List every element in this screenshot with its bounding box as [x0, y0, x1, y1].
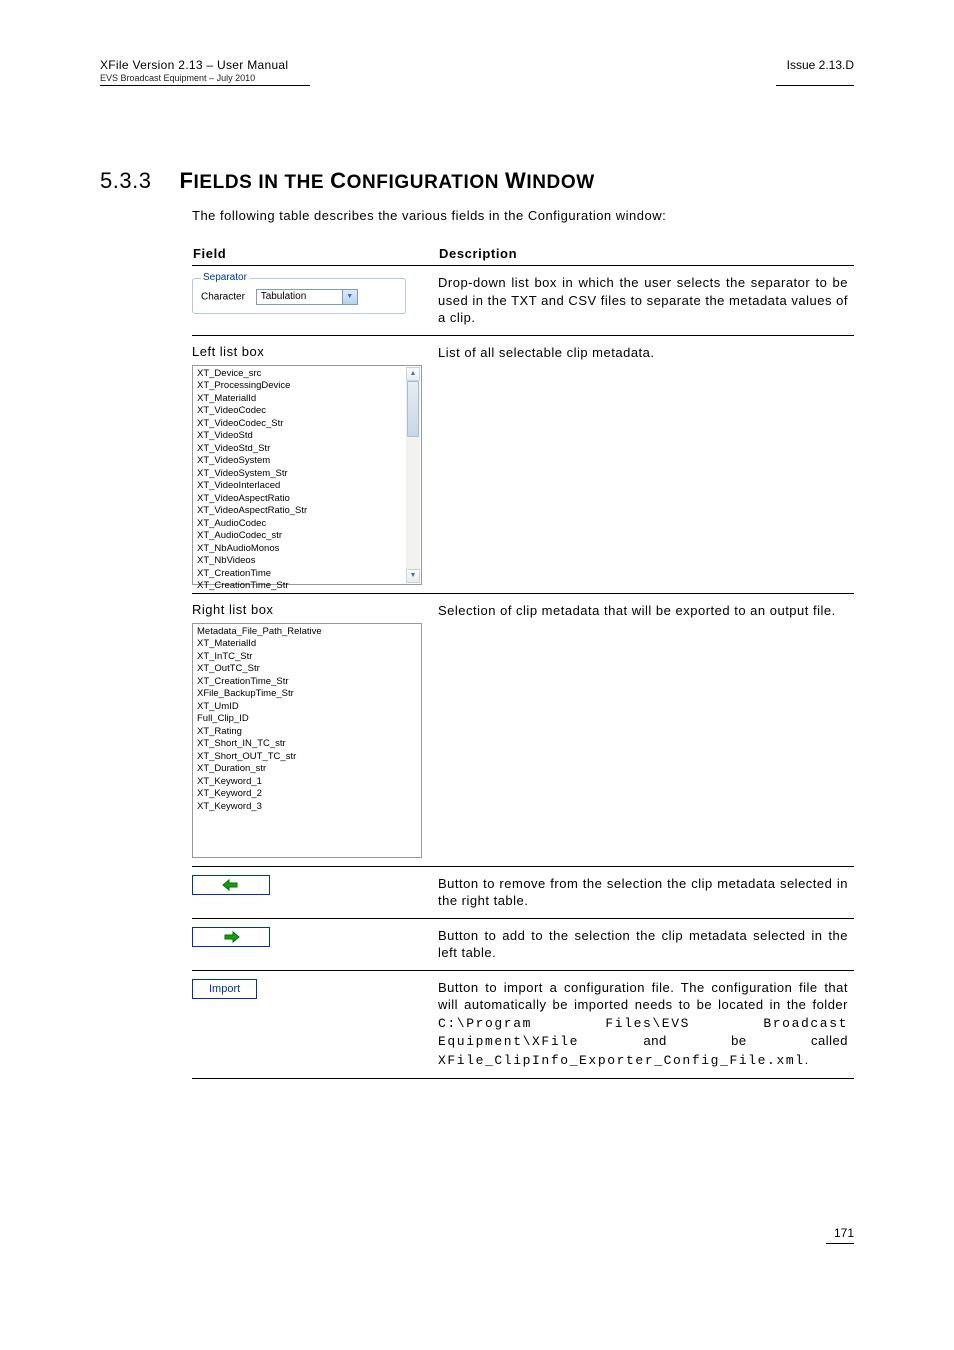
chevron-down-icon[interactable]: ▼: [342, 290, 357, 304]
list-item[interactable]: XT_Device_src: [197, 368, 406, 381]
section-number: 5.3.3: [100, 168, 151, 194]
list-item[interactable]: XT_CreationTime: [197, 568, 406, 581]
list-item[interactable]: XT_Keyword_2: [197, 788, 406, 801]
list-item[interactable]: XT_Duration_str: [197, 763, 406, 776]
list-item[interactable]: XT_MaterialId: [197, 638, 406, 651]
page-header: XFile Version 2.13 – User Manual EVS Bro…: [100, 58, 854, 83]
page-number: 171: [834, 1226, 854, 1240]
add-button-description: Button to add to the selection the clip …: [438, 918, 854, 970]
header-issue: Issue 2.13.D: [787, 58, 854, 72]
list-item[interactable]: XT_NbVideos: [197, 555, 406, 568]
col-field: Field: [192, 245, 438, 266]
list-item[interactable]: XT_AudioCodec: [197, 518, 406, 531]
add-button[interactable]: [192, 927, 270, 947]
separator-value: Tabulation: [261, 291, 307, 302]
list-item[interactable]: XT_Short_IN_TC_str: [197, 738, 406, 751]
arrow-right-icon: [221, 930, 241, 944]
scroll-down-icon[interactable]: ▼: [406, 569, 420, 583]
list-item[interactable]: XT_VideoCodec_Str: [197, 418, 406, 431]
row-remove-button: Button to remove from the selection the …: [192, 866, 854, 918]
list-item[interactable]: XT_Keyword_3: [197, 801, 406, 814]
list-item[interactable]: XT_MaterialId: [197, 393, 406, 406]
arrow-left-icon: [221, 878, 241, 892]
right-listbox[interactable]: Metadata_File_Path_RelativeXT_MaterialId…: [192, 623, 422, 858]
list-item[interactable]: XT_VideoAspectRatio_Str: [197, 505, 406, 518]
document-page: XFile Version 2.13 – User Manual EVS Bro…: [0, 0, 954, 1350]
section-heading: 5.3.3 FIELDS IN THE CONFIGURATION WINDOW: [100, 168, 854, 194]
list-item[interactable]: XT_AudioCodec_str: [197, 530, 406, 543]
intro-text: The following table describes the variou…: [192, 208, 854, 223]
section-title: FIELDS IN THE CONFIGURATION WINDOW: [179, 168, 594, 194]
list-item[interactable]: XT_Short_OUT_TC_str: [197, 751, 406, 764]
list-item[interactable]: XT_Rating: [197, 726, 406, 739]
list-item[interactable]: XT_VideoCodec: [197, 405, 406, 418]
row-import-button: Import Button to import a configuration …: [192, 970, 854, 1078]
page-number-rule: [826, 1243, 854, 1244]
list-item[interactable]: XT_CreationTime_Str: [197, 580, 406, 593]
col-description: Description: [438, 245, 854, 266]
list-item[interactable]: XFile_BackupTime_Str: [197, 688, 406, 701]
separator-groupbox: Separator Character Tabulation ▼: [192, 278, 406, 314]
list-item[interactable]: XT_VideoSystem: [197, 455, 406, 468]
scroll-thumb[interactable]: [407, 381, 419, 437]
right-listbox-description: Selection of clip metadata that will be …: [438, 593, 854, 866]
list-item[interactable]: XT_VideoAspectRatio: [197, 493, 406, 506]
row-right-listbox: Right list box Metadata_File_Path_Relati…: [192, 593, 854, 866]
list-item[interactable]: Full_Clip_ID: [197, 713, 406, 726]
header-rule: [100, 85, 854, 86]
list-item[interactable]: Metadata_File_Path_Relative: [197, 626, 406, 639]
header-issuer: EVS Broadcast Equipment – July 2010: [100, 73, 288, 83]
scroll-up-icon[interactable]: ▲: [406, 367, 420, 381]
left-listbox-label: Left list box: [192, 344, 432, 359]
row-separator: Separator Character Tabulation ▼ Drop-do…: [192, 266, 854, 336]
header-product: XFile Version 2.13 – User Manual: [100, 58, 288, 72]
remove-button[interactable]: [192, 875, 270, 895]
left-listbox-description: List of all selectable clip metadata.: [438, 335, 854, 593]
list-item[interactable]: XT_ProcessingDevice: [197, 380, 406, 393]
separator-description: Drop-down list box in which the user sel…: [438, 266, 854, 336]
row-left-listbox: Left list box XT_Device_srcXT_Processing…: [192, 335, 854, 593]
separator-label: Character: [201, 292, 245, 303]
list-item[interactable]: XT_Keyword_1: [197, 776, 406, 789]
right-listbox-label: Right list box: [192, 602, 432, 617]
separator-combo[interactable]: Tabulation ▼: [256, 289, 358, 305]
fields-table: Field Description Separator Character Ta…: [192, 245, 854, 1079]
list-item[interactable]: XT_VideoSystem_Str: [197, 468, 406, 481]
import-button-description: Button to import a configuration file. T…: [438, 970, 854, 1078]
row-add-button: Button to add to the selection the clip …: [192, 918, 854, 970]
list-item[interactable]: XT_VideoStd: [197, 430, 406, 443]
import-button[interactable]: Import: [192, 979, 257, 999]
list-item[interactable]: XT_UmID: [197, 701, 406, 714]
left-listbox[interactable]: XT_Device_srcXT_ProcessingDeviceXT_Mater…: [192, 365, 422, 585]
list-item[interactable]: XT_VideoStd_Str: [197, 443, 406, 456]
list-item[interactable]: XT_OutTC_Str: [197, 663, 406, 676]
remove-button-description: Button to remove from the selection the …: [438, 866, 854, 918]
list-item[interactable]: XT_InTC_Str: [197, 651, 406, 664]
list-item[interactable]: XT_CreationTime_Str: [197, 676, 406, 689]
separator-legend: Separator: [201, 272, 249, 283]
list-item[interactable]: XT_NbAudioMonos: [197, 543, 406, 556]
scrollbar[interactable]: ▲ ▼: [406, 367, 420, 583]
list-item[interactable]: XT_VideoInterlaced: [197, 480, 406, 493]
